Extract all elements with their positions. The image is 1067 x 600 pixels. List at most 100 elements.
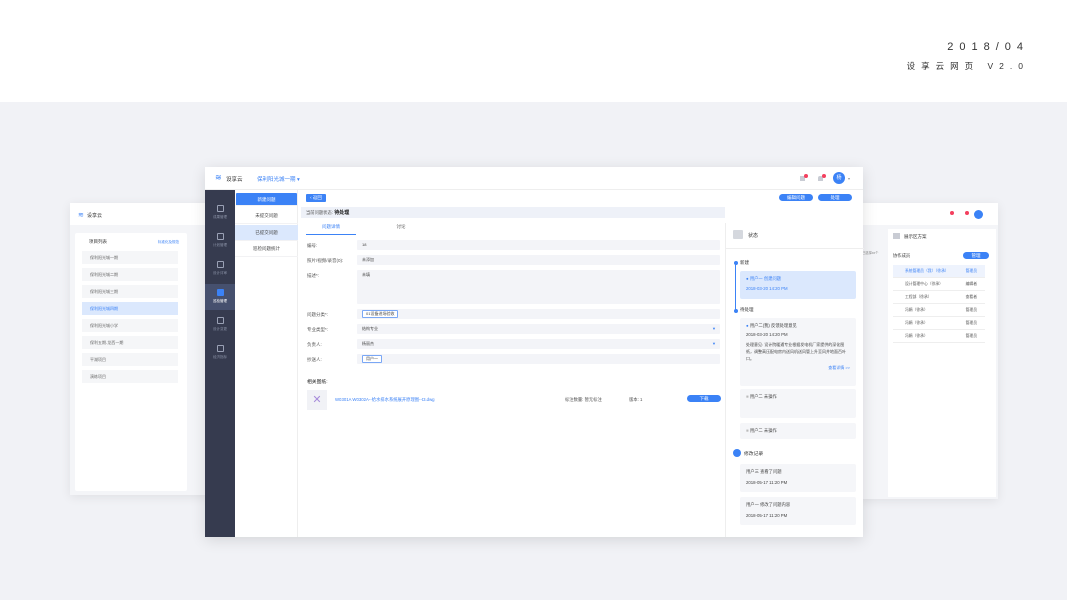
check-circle-icon: ● — [746, 276, 749, 281]
content: ‹ 返回 当前问题状态: 待处理 问题详情 讨论 编号: 18 照片/视频/录音(… — [301, 190, 725, 537]
manage-button[interactable]: 管理 — [963, 252, 989, 259]
owner-select[interactable]: 杨丽杰 ▼ — [357, 339, 720, 349]
nav-label: 巡检管理 — [213, 299, 227, 303]
nav-label: 设计变更 — [213, 327, 227, 331]
standards-link[interactable]: 标准化及规范 — [158, 240, 179, 245]
project-item[interactable]: 保利阳光城一期 — [82, 251, 178, 264]
edit-log-icon — [733, 449, 741, 457]
logo-text: 设享云 — [226, 177, 243, 183]
category-tag[interactable]: 01设备进场验收 — [362, 310, 399, 318]
waiting-card: ■ 用户二 未操作 — [740, 389, 856, 418]
top-banner: 2018/04 设享云网页 V2.0 — [0, 0, 1067, 102]
field-label: 专业类型*: — [307, 327, 329, 332]
tab-discussion[interactable]: 讨论 — [381, 224, 421, 230]
process-button[interactable]: 处理 — [818, 194, 852, 201]
member-role: 编辑者 — [965, 282, 977, 286]
member-name: 设计管理中心（徐承） — [905, 282, 943, 286]
download-button[interactable]: 下载 — [687, 395, 721, 402]
project-item-selected[interactable]: 保利阳光城四期 — [82, 302, 178, 315]
project-item[interactable]: 保利五期-龙西一期 — [82, 336, 178, 349]
field-label: 抄送人: — [307, 357, 322, 362]
category-field[interactable]: 01设备进场验收 — [357, 309, 720, 319]
card-title: 用户二 未操作 — [749, 428, 777, 433]
status-bar: 当前问题状态: 待处理 — [301, 207, 725, 218]
stage-new: 新建 — [740, 260, 749, 265]
tools-icon — [216, 317, 224, 324]
project-selector[interactable]: 保利阳光城一期 ▾ — [257, 175, 300, 183]
status-panel: 状态 新建 ● 用户一 创建问题 2018-03-20 14:20 PM 待处理… — [725, 223, 864, 537]
field-label: 照片/视频/录音(0): — [307, 258, 344, 263]
nav-label: 计划管理 — [213, 243, 227, 247]
nav-item-results[interactable]: 成果管理 — [205, 200, 235, 226]
card-title: 用户一 创建问题 — [749, 276, 782, 281]
nav-item-inspection[interactable]: 巡检管理 — [205, 284, 235, 310]
member-row[interactable]: 系统管理员（我）（徐承） 管理员 — [893, 265, 985, 278]
drawing-version: 版本: 1 — [629, 397, 643, 402]
project-item[interactable]: 演练项目 — [82, 370, 178, 383]
nav-item-plan[interactable]: 计划管理 — [205, 228, 235, 254]
member-row[interactable]: 设计管理中心（徐承） 编辑者 — [893, 278, 985, 291]
member-row[interactable]: 工程部（徐承） 查看者 — [893, 291, 985, 304]
chevron-down-icon[interactable]: ▾ — [848, 176, 850, 181]
member-row[interactable]: 冯娟（徐承） 管理员 — [893, 304, 985, 317]
member-name: 冯娟（徐承） — [905, 334, 928, 338]
nav-label: 设计评审 — [213, 271, 227, 275]
log-card: 用户一 修改了问题内容 2018-05-17 11:20 PM — [740, 497, 856, 525]
project-item[interactable]: 保利阳光城三期 — [82, 285, 178, 298]
status-label: 当前问题状态: — [306, 210, 333, 215]
project-list-title: 项目列表 — [89, 239, 107, 244]
back-button[interactable]: ‹ 返回 — [306, 194, 326, 202]
nav-item-review[interactable]: 设计评审 — [205, 256, 235, 282]
nav-item-change[interactable]: 设计变更 — [205, 312, 235, 338]
inspection-icon — [216, 289, 224, 296]
drawing-thumbnail-icon: ✕ — [307, 390, 327, 410]
drawing-link[interactable]: W0301A W0302A--给水排水系统展开原理图--t3.dwg — [335, 397, 435, 403]
log-time: 2018-05-17 11:20 PM — [746, 480, 788, 485]
project-item[interactable]: 保利阳光城小学 — [82, 319, 178, 332]
project-item[interactable]: 保利阳光城二期 — [82, 268, 178, 281]
project-item[interactable]: 平湖项目 — [82, 353, 178, 366]
cc-tag[interactable]: 用户一 — [362, 355, 382, 363]
submenu-unsubmitted[interactable]: 未提交问题 — [235, 208, 298, 224]
pending-icon: ■ — [746, 394, 749, 399]
members-title: 协作成员 — [893, 253, 911, 258]
edit-issue-button[interactable]: 编辑问题 — [779, 194, 813, 201]
project-name: 保利阳光城一期 — [257, 177, 296, 183]
field-label: 描述*: — [307, 273, 320, 278]
caption-title: 设享云网页 V2.0 — [906, 61, 1029, 71]
description-field[interactable]: 未填 — [357, 270, 720, 304]
log-title: 修改记录 — [744, 452, 764, 457]
selected-count: 已选择xx个 — [862, 251, 879, 255]
avatar[interactable]: 杨 — [833, 172, 845, 184]
number-field[interactable]: 18 — [357, 240, 720, 250]
waiting-card: ■ 用户二 未操作 — [740, 423, 856, 439]
member-row[interactable]: 冯娟（徐承） 管理员 — [893, 317, 985, 330]
field-label: 负责人: — [307, 342, 322, 347]
card-time: 2018-03-20 14:20 PM — [746, 332, 788, 337]
left-window: ≋ 设享云 项目列表 标准化及规范 保利阳光城一期 保利阳光城二期 保利阳光城三… — [70, 203, 210, 495]
member-role: 管理员 — [965, 269, 977, 273]
log-card: 用户三 查看了问题 2018-05-17 11:20 PM — [740, 464, 856, 492]
envelope-icon — [733, 230, 743, 239]
log-time: 2018-05-17 11:20 PM — [746, 513, 788, 518]
member-row[interactable]: 冯娟（徐承） 管理员 — [893, 330, 985, 343]
nav-item-economy[interactable]: 经济指标 — [205, 340, 235, 366]
new-card[interactable]: ● 用户一 创建问题 2018-03-20 14:20 PM — [740, 271, 856, 299]
folder-name: 展示区方案 — [904, 234, 927, 239]
status-panel-title: 状态 — [748, 233, 759, 239]
tab-details[interactable]: 问题详情 — [306, 224, 356, 235]
member-name: 系统管理员（我）（徐承） — [905, 269, 949, 273]
cc-field[interactable]: 用户一 — [357, 354, 720, 364]
media-field[interactable]: 未添加 — [357, 255, 720, 265]
pending-card[interactable]: ● 用户二(我) 反馈处理意见 2018-03-20 14:20 PM 处理意见… — [740, 318, 856, 386]
view-details-link[interactable]: 查看详情 >> — [746, 365, 850, 371]
submenu-statistics[interactable]: 巡检问题统计 — [235, 241, 298, 257]
card-title: 用户二(我) 反馈处理意见 — [749, 323, 797, 328]
submenu-submitted[interactable]: 已提交问题 — [235, 225, 298, 241]
logo-text: 设享云 — [87, 213, 103, 219]
discipline-select[interactable]: 结构专业 ▼ — [357, 324, 720, 334]
document-icon — [216, 345, 224, 352]
submenu-new-issue[interactable]: 新建问题 — [236, 193, 297, 206]
member-role: 管理员 — [965, 321, 977, 325]
log-text: 用户三 查看了问题 — [746, 469, 782, 474]
